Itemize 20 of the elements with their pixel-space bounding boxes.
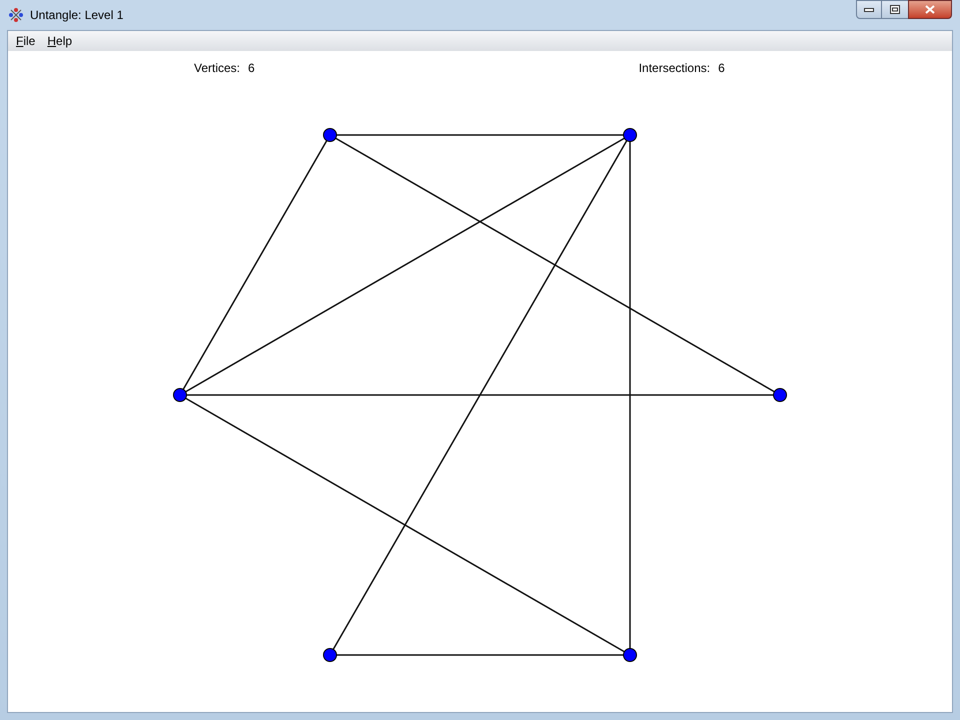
graph-vertex[interactable] [323, 128, 337, 142]
minimize-button[interactable] [856, 0, 882, 19]
maximize-button[interactable] [882, 0, 908, 19]
stat-value: 6 [248, 60, 255, 77]
restore-icon [890, 5, 900, 14]
graph-vertex[interactable] [623, 648, 637, 662]
graph-vertex[interactable] [323, 648, 337, 662]
graph-vertex[interactable] [173, 388, 187, 402]
graph-vertex[interactable] [773, 388, 787, 402]
stat-value: 6 [718, 60, 725, 77]
window-title: Untangle: Level 1 [30, 7, 124, 24]
menu-item[interactable]: File [10, 32, 42, 50]
close-icon [925, 5, 935, 14]
stat-label: Vertices: [194, 60, 240, 77]
minimize-icon [864, 8, 874, 12]
stat-label: Intersections: [638, 60, 710, 77]
graph-vertex[interactable] [623, 128, 637, 142]
app-icon [8, 7, 24, 23]
close-button[interactable] [908, 0, 952, 19]
menu-item[interactable]: Help [41, 32, 78, 50]
